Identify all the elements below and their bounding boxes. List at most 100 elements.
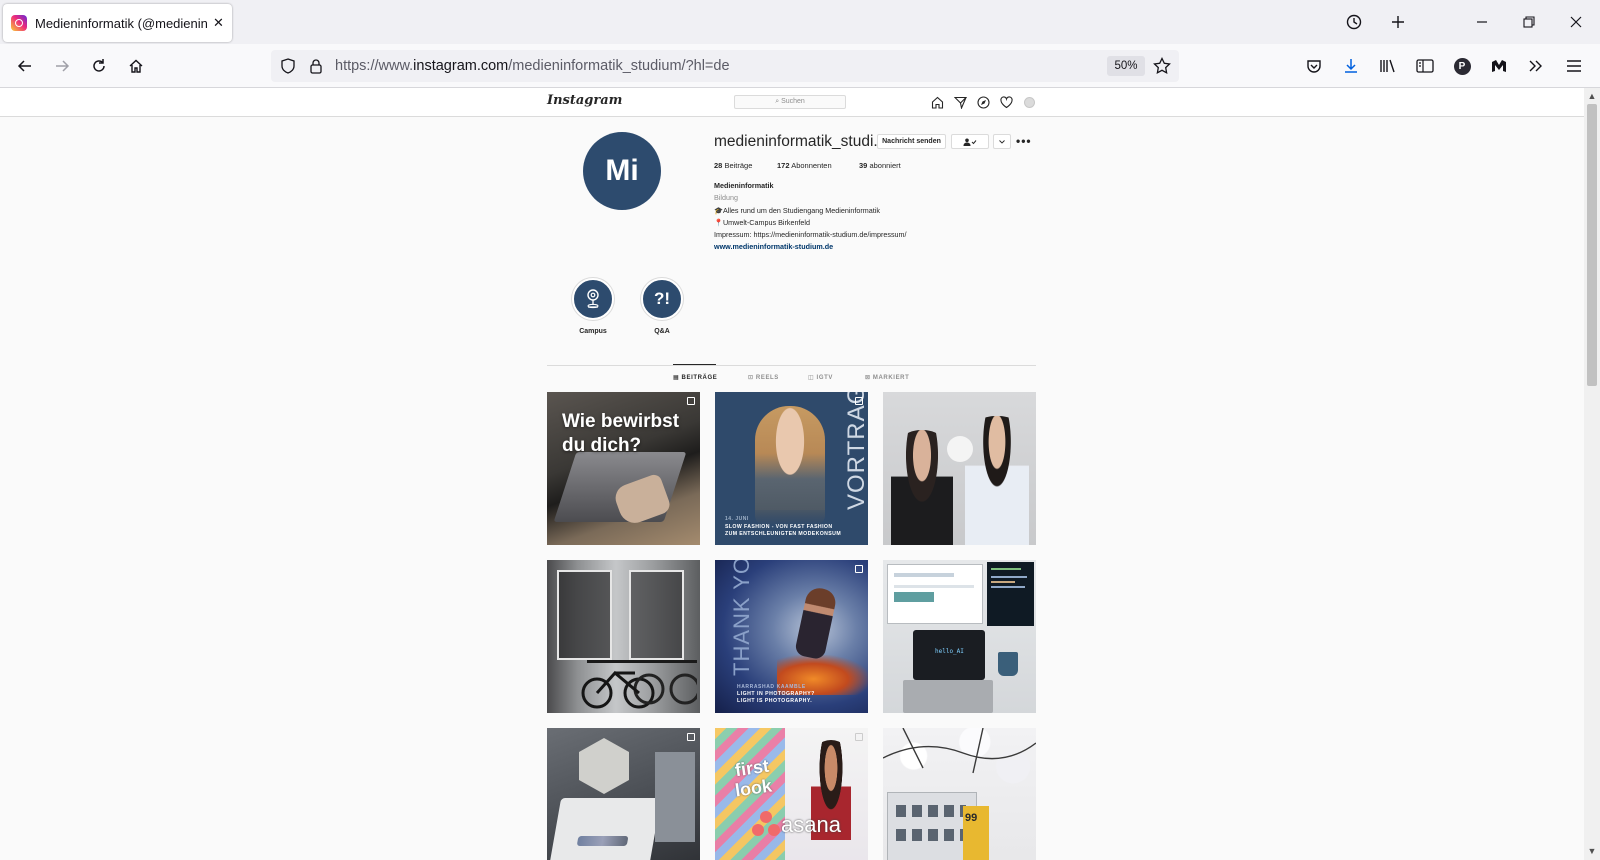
tagged-icon: ⊠	[865, 375, 873, 381]
question-exclamation-icon: ?!	[653, 289, 671, 308]
bio-line-3: Impressum: https://medieninformatik-stud…	[714, 230, 907, 239]
instagram-logo[interactable]: Instagram	[547, 93, 622, 108]
history-icon[interactable]	[1340, 8, 1368, 36]
post-8-brand: asana	[781, 812, 841, 837]
tracking-protection-shield-icon[interactable]	[277, 55, 299, 77]
close-tab-icon[interactable]: ✕	[213, 15, 224, 31]
window-frame-left	[557, 570, 612, 660]
minimize-window-icon[interactable]	[1468, 8, 1496, 36]
asana-logo-icon	[752, 811, 780, 836]
post-tile-6[interactable]: hello_AI	[883, 560, 1036, 713]
tab-title: Medieninformatik (@medieninformatik_stud…	[35, 15, 207, 31]
extension-m-icon[interactable]	[1485, 52, 1513, 80]
post-1-caption: Wie bewirbst du dich?	[562, 411, 680, 456]
bio-category: Bildung	[714, 193, 738, 202]
post-tile-1[interactable]: Wie bewirbst du dich?	[547, 392, 700, 545]
profile-avatar[interactable]: Mi	[583, 132, 661, 210]
tab-tagged[interactable]: ⊠ MARKIERT	[865, 374, 909, 381]
tab-igtv[interactable]: ◫ IGTV	[808, 374, 833, 381]
post-tile-4[interactable]	[547, 560, 700, 713]
monitor-code	[987, 562, 1034, 626]
url-bar[interactable]: https://www.instagram.com/medieninformat…	[271, 50, 1179, 82]
tabs-divider	[547, 365, 1036, 366]
post-9-building-number: 99	[965, 812, 978, 824]
highlight-qa[interactable]: ?!	[641, 278, 683, 320]
bio-line-1: 🎓Alles rund um den Studiengang Medieninf…	[714, 206, 880, 215]
downloads-icon[interactable]	[1337, 52, 1365, 80]
activity-heart-icon[interactable]	[998, 94, 1014, 110]
grid-icon: ▦	[673, 375, 682, 381]
highlight-campus[interactable]	[572, 278, 614, 320]
followers-count-stat[interactable]: 172 Abonnenten	[777, 161, 832, 170]
posts-count-stat: 28 Beiträge	[714, 161, 753, 170]
profile-extension-icon[interactable]: P	[1448, 52, 1476, 80]
zoom-level-badge[interactable]: 50%	[1107, 56, 1145, 76]
pocket-icon[interactable]	[1300, 52, 1328, 80]
post-2-side-text: VORTRAG	[843, 392, 868, 510]
lock-icon[interactable]	[305, 55, 327, 77]
follow-status-button[interactable]	[951, 134, 989, 149]
suggestions-dropdown-button[interactable]	[993, 134, 1011, 149]
post-5-caption-1: LIGHT IN PHOTOGRAPHY?	[737, 691, 815, 697]
more-options-icon[interactable]: •••	[1016, 134, 1032, 148]
ig-home-icon[interactable]	[929, 94, 945, 110]
forward-arrow-icon[interactable]	[48, 52, 76, 80]
carousel-icon	[855, 565, 863, 573]
following-count-stat[interactable]: 39 abonniert	[859, 161, 901, 170]
profile-username: medieninformatik_studi...	[714, 133, 887, 150]
post-tile-8[interactable]: first look asana	[715, 728, 868, 860]
close-window-icon[interactable]	[1562, 8, 1590, 36]
page-viewport: Instagram ⌕ Suchen Mi medieninformatik_s…	[0, 88, 1584, 860]
library-icon[interactable]	[1374, 52, 1402, 80]
post-tile-3[interactable]	[883, 392, 1036, 545]
sidebar-icon[interactable]	[1411, 52, 1439, 80]
dancer-figure	[794, 585, 838, 661]
back-arrow-icon[interactable]	[11, 52, 39, 80]
search-input[interactable]: ⌕ Suchen	[734, 95, 846, 109]
hamburger-menu-icon[interactable]	[1560, 52, 1588, 80]
explore-compass-icon[interactable]	[975, 94, 991, 110]
post-tile-9[interactable]: 99	[883, 728, 1036, 860]
post-tile-5[interactable]: THANK YOU HARRASHAD KAAMBLE LIGHT IN PHO…	[715, 560, 868, 713]
scrollbar-thumb[interactable]	[1587, 104, 1597, 386]
bio-website-link[interactable]: www.medieninformatik-studium.de	[714, 242, 833, 251]
direct-message-icon[interactable]	[952, 94, 968, 110]
carousel-icon	[855, 397, 863, 405]
instagram-favicon-icon	[11, 15, 27, 31]
post-5-name: HARRASHAD KAAMBLE	[737, 684, 806, 690]
post-tile-2[interactable]: VORTRAG 14. JUNI SLOW FASHION - VON FAST…	[715, 392, 868, 545]
tab-reels[interactable]: ⊡ REELS	[748, 374, 779, 381]
highlight-label-qa: Q&A	[654, 328, 670, 335]
new-tab-icon[interactable]	[1384, 8, 1412, 36]
send-message-button[interactable]: Nachricht senden	[877, 134, 946, 149]
browser-nav-bar: https://www.instagram.com/medieninformat…	[0, 44, 1600, 88]
window-frame-right	[629, 570, 684, 660]
person-right	[965, 416, 1029, 545]
person-check-icon	[963, 138, 977, 146]
browser-tab-instagram[interactable]: Medieninformatik (@medieninformatik_stud…	[3, 4, 232, 42]
speaker-photo	[755, 406, 825, 524]
location-pin-icon	[587, 289, 599, 309]
scroll-up-arrow-icon[interactable]: ▲	[1587, 91, 1597, 101]
tab-posts[interactable]: ▦ BEITRÄGE	[673, 374, 717, 381]
restore-window-icon[interactable]	[1515, 8, 1543, 36]
hexagon-shape	[579, 738, 629, 794]
highlight-label-campus: Campus	[579, 328, 607, 335]
scroll-down-arrow-icon[interactable]: ▼	[1587, 846, 1597, 856]
home-icon[interactable]	[122, 52, 150, 80]
url-text[interactable]: https://www.instagram.com/medieninformat…	[335, 58, 730, 74]
reels-icon: ⊡	[748, 375, 756, 381]
chevron-down-icon	[999, 139, 1005, 144]
post-2-caption-1: SLOW FASHION - VON FAST FASHION	[725, 524, 833, 530]
bio-line-2: 📍Umwelt-Campus Birkenfeld	[714, 218, 811, 227]
overflow-chevrons-icon[interactable]	[1522, 52, 1550, 80]
monitor-left	[887, 564, 983, 624]
keyboard-hands	[903, 680, 993, 713]
post-2-caption-2: ZUM ENTSCHLEUNIGTEN MODEKONSUM	[725, 531, 842, 537]
profile-avatar-icon[interactable]	[1021, 94, 1037, 110]
bookmark-star-icon[interactable]	[1151, 55, 1173, 77]
post-5-caption-2: LIGHT IS PHOTOGRAPHY.	[737, 698, 813, 704]
post-tile-7[interactable]	[547, 728, 700, 860]
reload-icon[interactable]	[85, 52, 113, 80]
page-scrollbar[interactable]: ▲ ▼	[1584, 88, 1600, 860]
